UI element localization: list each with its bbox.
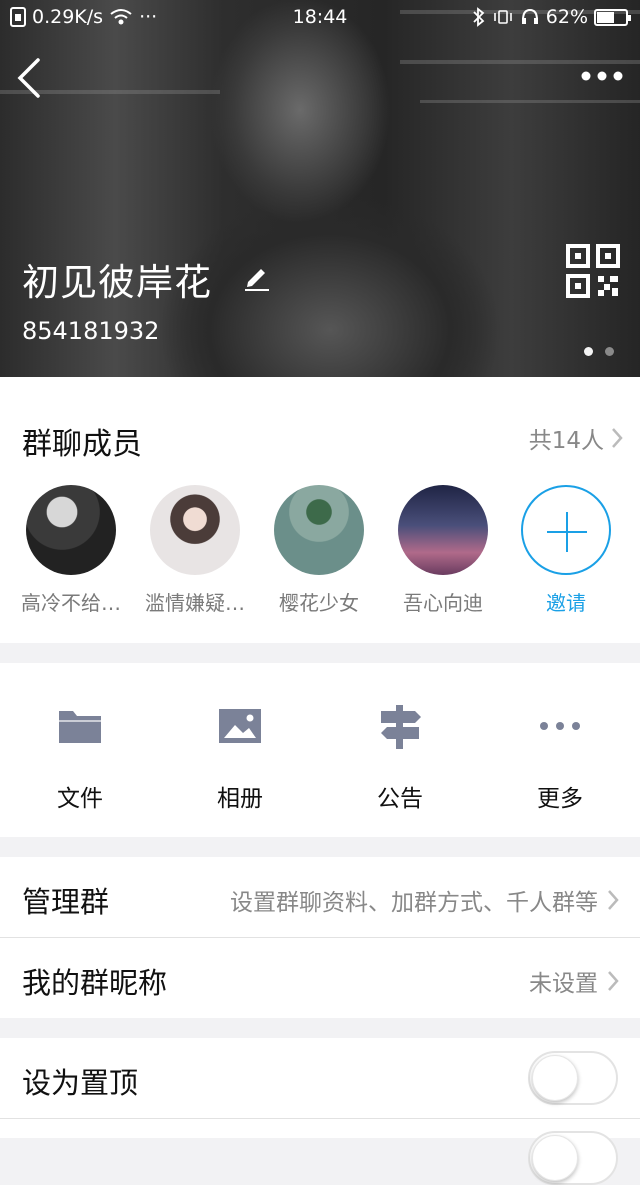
battery-percent: 62% [545,6,588,28]
member-name: 吾心向迪 [403,591,483,615]
tool-more[interactable]: 更多 [480,701,640,813]
pencil-icon [245,269,269,291]
back-button[interactable] [14,56,54,100]
toggle-knob [532,1055,578,1101]
row-label: 设为置顶 [22,1066,139,1100]
row-value: 未设置 [529,964,620,998]
status-bar: 0.29K/s ··· 18:44 62% [0,0,640,34]
avatar [274,485,364,575]
tool-album[interactable]: 相册 [160,701,320,813]
member-item[interactable]: 高冷不给… [13,485,129,616]
folder-icon [59,711,101,743]
members-count-link[interactable]: 共14人 [529,421,624,455]
members-title: 群聊成员 [22,427,142,462]
member-name: 樱花少女 [279,591,359,615]
image-icon [219,709,261,743]
chevron-right-icon [608,890,619,910]
group-header: 0.29K/s ··· 18:44 62% 初见彼岸花 854181932 [0,0,640,377]
invite-button[interactable]: 邀请 [508,485,624,616]
qr-code-icon [566,244,620,298]
members-section: 群聊成员 共14人 高冷不给… 滥情嫌疑… 樱花少女 吾心向迪 邀请 [0,377,640,643]
members-count: 共14人 [528,428,604,454]
chevron-left-icon [17,58,40,98]
member-item[interactable]: 吾心向迪 [385,485,501,616]
chevron-right-icon [608,971,619,991]
bluetooth-icon [473,7,485,27]
more-icon [540,722,580,730]
member-item[interactable]: 樱花少女 [261,485,377,616]
page-indicator [584,347,614,356]
page-dot [605,347,614,356]
tool-label: 相册 [217,786,263,812]
next-toggle[interactable] [528,1131,618,1185]
battery-icon [594,8,631,26]
pin-to-top-row: 设为置顶 [0,1038,640,1118]
tool-announcement[interactable]: 公告 [320,701,480,813]
row-value-text: 设置群聊资料、加群方式、千人群等 [230,890,598,916]
edit-name-button[interactable] [242,262,272,292]
more-options-button[interactable] [580,62,624,90]
row-label: 管理群 [22,885,110,919]
avatar [398,485,488,575]
member-name: 滥情嫌疑… [145,591,245,615]
tool-files[interactable]: 文件 [0,701,160,813]
invite-label: 邀请 [546,591,586,615]
group-id: 854181932 [22,317,160,345]
qr-code-button[interactable] [566,244,620,298]
avatar [26,485,116,575]
page-dot-active [584,347,593,356]
tool-label: 更多 [537,786,583,812]
row-value-text: 未设置 [529,971,598,997]
more-icon [581,71,623,81]
tool-label: 文件 [57,786,103,812]
tools-section: 文件 相册 公告 更多 [0,663,640,837]
group-nickname-row[interactable]: 我的群昵称 未设置 [0,938,640,1018]
toggle-knob [532,1135,578,1181]
group-name: 初见彼岸花 [22,261,212,304]
chevron-right-icon [612,428,623,448]
row-label: 我的群昵称 [22,966,168,1000]
next-row [0,1119,640,1185]
row-value: 设置群聊资料、加群方式、千人群等 [230,883,620,917]
member-item[interactable]: 滥情嫌疑… [137,485,253,616]
tool-label: 公告 [377,786,423,812]
signpost-icon [381,705,421,749]
headset-icon [521,8,538,24]
avatar [150,485,240,575]
member-name: 高冷不给… [21,591,121,615]
vibrate-icon [493,10,512,24]
manage-group-row[interactable]: 管理群 设置群聊资料、加群方式、千人群等 [0,857,640,937]
pin-toggle[interactable] [528,1051,618,1105]
plus-icon [521,485,611,575]
